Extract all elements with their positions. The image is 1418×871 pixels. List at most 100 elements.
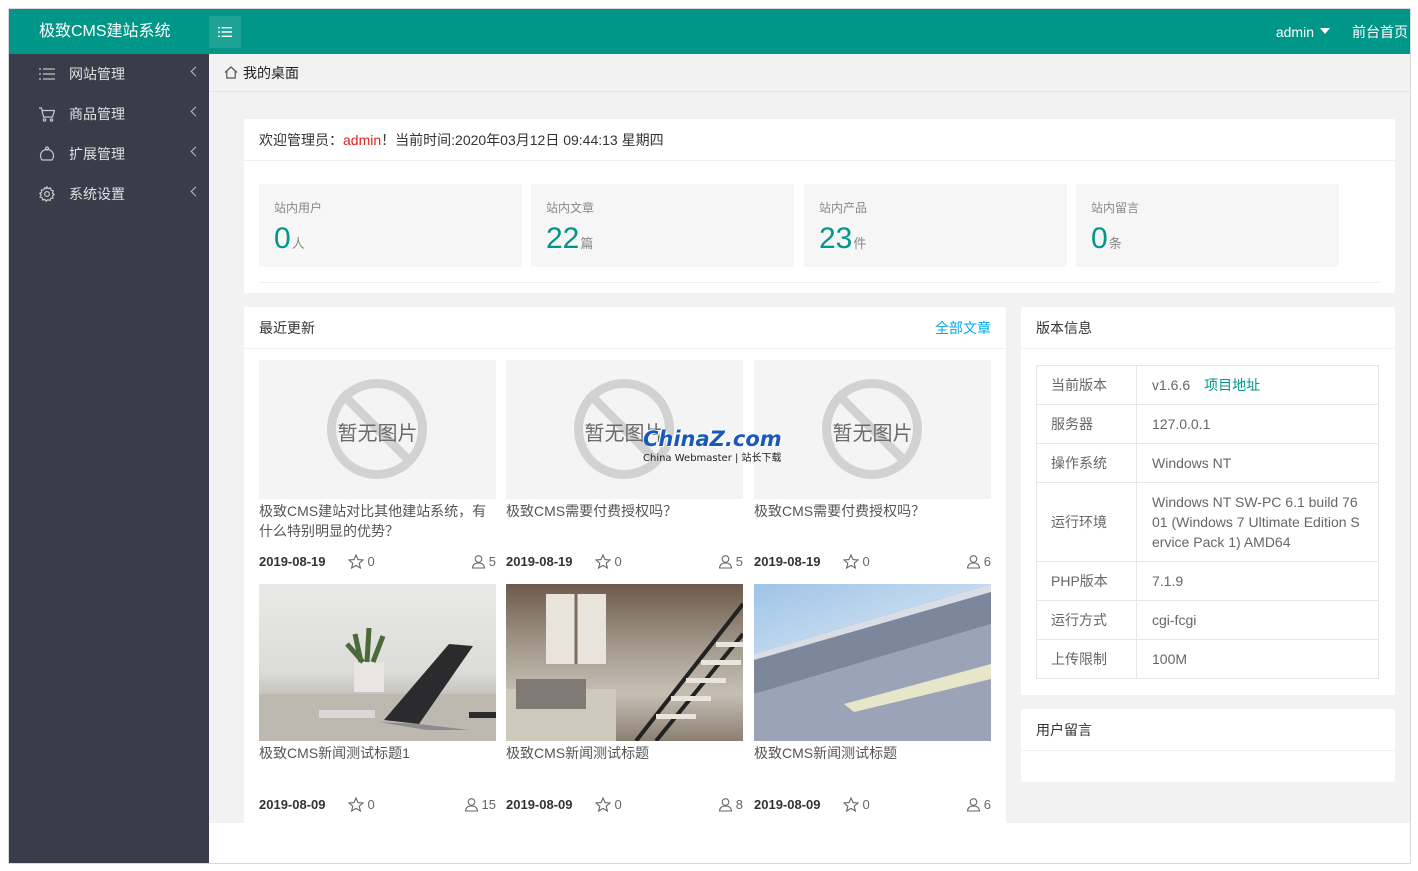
user-icon (464, 797, 478, 812)
version-value: 7.1.9 (1136, 561, 1379, 601)
app-window: 极致CMS建站系统 admin 前台首页 网站管理 商品管理 扩展管理 系统设置… (8, 8, 1411, 864)
post-views: 8 (718, 797, 743, 812)
post-likes: 0 (842, 553, 870, 569)
sidebar-item-product-management[interactable]: 商品管理 (9, 94, 209, 134)
card-header: 用户留言 (1021, 709, 1395, 751)
post-date: 2019-08-19 (754, 553, 821, 569)
gear-icon (39, 186, 55, 202)
sidebar-item-label: 系统设置 (69, 186, 125, 202)
post-views: 5 (471, 554, 496, 569)
stat-label: 站内留言 (1091, 201, 1140, 215)
interior-photo (506, 594, 743, 741)
no-image-text: 暂无图片 (337, 423, 418, 445)
all-articles-link[interactable]: 全部文章 (935, 307, 991, 349)
stat-value: 0人 (274, 222, 305, 255)
version-table: 当前版本 v1.6.6 项目地址 服务器 127.0.0.1 操作系统 Windo… (1036, 365, 1379, 679)
post-meta: 2019-08-19 0 6 (754, 552, 991, 570)
post-likes: 0 (347, 796, 375, 812)
star-icon (594, 796, 611, 812)
star-icon (842, 796, 859, 812)
recent-updates-card: 最近更新 全部文章 暂无图片 极致CMS建站对比其他建站系统，有什么特别明显的优… (244, 307, 1006, 826)
post-date: 2019-08-09 (506, 796, 573, 812)
stat-value: 0条 (1091, 222, 1122, 255)
star-icon (347, 796, 364, 812)
post-thumbnail[interactable]: 暂无图片 (754, 360, 991, 499)
version-key: 运行环境 (1036, 482, 1137, 562)
post-card[interactable]: 暂无图片 极致CMS需要付费授权吗？ (754, 360, 991, 545)
post-card[interactable]: 暂无图片 极致CMS建站对比其他建站系统，有什么特别明显的优势？ (259, 360, 496, 545)
post-date: 2019-08-09 (754, 796, 821, 812)
project-link[interactable]: 项目地址 (1204, 377, 1260, 393)
version-row: 上传限制 100M (1036, 639, 1379, 679)
version-value: Windows NT SW-PC 6.1 build 7601 (Windows… (1136, 482, 1379, 562)
version-row: PHP版本 7.1.9 (1036, 561, 1379, 601)
post-title[interactable]: 极致CMS建站对比其他建站系统，有什么特别明显的优势？ (259, 501, 496, 545)
cart-icon (39, 106, 55, 122)
sidebar-item-extension-management[interactable]: 扩展管理 (9, 134, 209, 174)
sidebar-item-system-settings[interactable]: 系统设置 (9, 174, 209, 214)
post-title[interactable]: 极致CMS需要付费授权吗？ (506, 501, 743, 545)
stat-articles: 站内文章 22篇 (531, 184, 794, 267)
post-likes: 0 (347, 553, 375, 569)
version-value: v1.6.6 项目地址 (1136, 365, 1379, 405)
post-views: 6 (966, 797, 991, 812)
post-thumbnail[interactable] (754, 584, 991, 741)
post-likes: 0 (842, 796, 870, 812)
version-key: 上传限制 (1036, 639, 1137, 679)
post-date: 2019-08-19 (259, 553, 326, 569)
chevron-left-icon (190, 106, 201, 117)
post-title[interactable]: 极致CMS需要付费授权吗？ (754, 501, 991, 545)
star-icon (842, 553, 859, 569)
post-date: 2019-08-09 (259, 796, 326, 812)
version-row: 运行方式 cgi-fcgi (1036, 600, 1379, 640)
star-icon (594, 553, 611, 569)
post-meta: 2019-08-19 0 5 (506, 552, 743, 570)
header-right: admin 前台首页 (1276, 9, 1410, 54)
post-card[interactable]: 极致CMS新闻测试标题 (754, 584, 991, 787)
post-title[interactable]: 极致CMS新闻测试标题 (754, 743, 991, 787)
breadcrumb-label: 我的桌面 (243, 64, 299, 81)
post-thumbnail[interactable] (506, 584, 743, 741)
version-key: PHP版本 (1036, 561, 1137, 601)
star-icon (347, 553, 364, 569)
stat-label: 站内文章 (546, 201, 595, 215)
welcome-time: ！当前时间:2020年03月12日 09:44:13 星期四 (381, 132, 664, 148)
post-card[interactable]: 极致CMS新闻测试标题 (506, 584, 743, 787)
post-title[interactable]: 极致CMS新闻测试标题 (506, 743, 743, 787)
welcome-user: admin (343, 132, 382, 148)
post-views: 5 (718, 554, 743, 569)
post-card[interactable]: 极致CMS新闻测试标题1 (259, 584, 496, 787)
card-header: 最近更新 全部文章 (244, 307, 1006, 349)
front-home-link[interactable]: 前台首页 (1352, 22, 1408, 42)
chevron-left-icon (190, 186, 201, 197)
stat-messages: 站内留言 0条 (1076, 184, 1339, 267)
user-icon (966, 554, 980, 569)
welcome-card: 欢迎管理员：admin！当前时间:2020年03月12日 09:44:13 星期… (244, 119, 1395, 293)
post-thumbnail[interactable]: 暂无图片 (259, 360, 496, 499)
user-icon (718, 797, 732, 812)
version-key: 服务器 (1036, 404, 1137, 444)
version-row: 服务器 127.0.0.1 (1036, 404, 1379, 444)
laptop-photo (259, 627, 496, 741)
post-thumbnail[interactable] (259, 584, 496, 741)
stats-row: 站内用户 0人 站内文章 22篇 站内产品 23件 站内留言 0条 (259, 176, 1380, 283)
sidebar-item-site-management[interactable]: 网站管理 (9, 54, 209, 94)
breadcrumb[interactable]: 我的桌面 (209, 54, 1410, 92)
menu-toggle-button[interactable] (209, 16, 241, 48)
sidebar-item-label: 商品管理 (69, 106, 125, 122)
home-icon (224, 66, 238, 79)
version-row: 操作系统 Windows NT (1036, 443, 1379, 483)
version-value: Windows NT (1136, 443, 1379, 483)
user-menu[interactable]: admin (1276, 24, 1330, 40)
chevron-left-icon (190, 146, 201, 157)
version-value: cgi-fcgi (1136, 600, 1379, 640)
post-meta: 2019-08-09 0 15 (259, 795, 496, 813)
user-icon (966, 797, 980, 812)
version-row: 运行环境 Windows NT SW-PC 6.1 build 7601 (Wi… (1036, 482, 1379, 562)
version-row: 当前版本 v1.6.6 项目地址 (1036, 365, 1379, 405)
user-name: admin (1275, 23, 1314, 40)
post-title[interactable]: 极致CMS新闻测试标题1 (259, 743, 496, 787)
version-key: 运行方式 (1036, 600, 1137, 640)
building-photo (754, 584, 991, 741)
welcome-prefix: 欢迎管理员： (259, 132, 343, 148)
